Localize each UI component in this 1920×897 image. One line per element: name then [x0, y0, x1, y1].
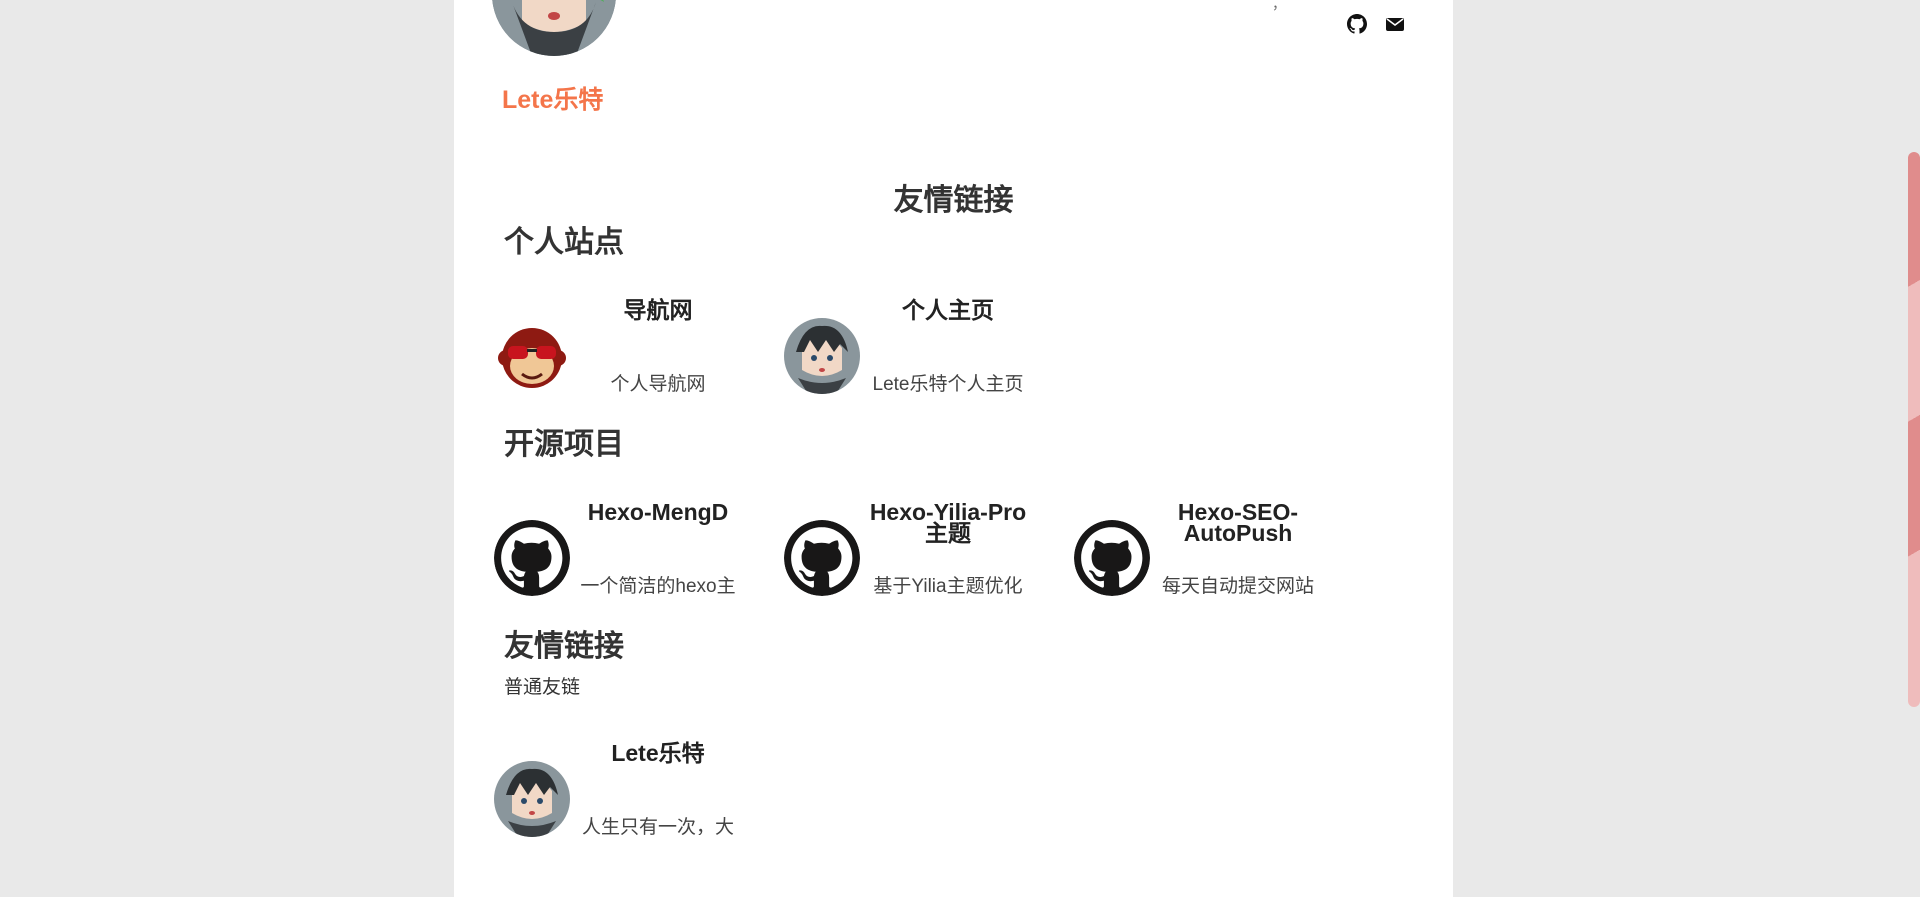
section-title-friend-links: 友情链接 — [504, 630, 624, 663]
card-name[interactable]: Hexo-MengD — [578, 501, 738, 524]
card-name[interactable]: Hexo-SEO-AutoPush — [1158, 501, 1318, 545]
link-card[interactable]: Hexo-SEO-AutoPush 每天自动提交网站 — [1034, 501, 1324, 614]
card-desc: 一个简洁的hexo主 — [580, 576, 736, 594]
section-subtitle: 普通友链 — [504, 677, 581, 698]
card-name[interactable]: 导航网 — [578, 299, 738, 322]
link-card[interactable]: Hexo-MengD 一个简洁的hexo主 — [454, 501, 744, 614]
social-links — [1347, 14, 1405, 34]
monkey-avatar — [494, 318, 570, 394]
card-name[interactable]: 个人主页 — [868, 299, 1028, 322]
link-card[interactable]: 个人主页 Lete乐特个人主页 — [744, 299, 1034, 412]
card-desc: Lete乐特个人主页 — [872, 374, 1024, 392]
top-mark: ， — [1272, 0, 1286, 12]
anime-boy-avatar — [784, 318, 860, 394]
author-avatar[interactable] — [492, 0, 616, 56]
card-name[interactable]: Hexo-Yilia-Pro主题 — [868, 501, 1028, 545]
anime-boy-avatar — [494, 761, 570, 837]
github-avatar — [1074, 520, 1150, 596]
link-card[interactable]: Hexo-Yilia-Pro主题 基于Yilia主题优化 — [744, 501, 1034, 614]
section-title-open-source: 开源项目 — [504, 428, 624, 461]
section-title-personal-sites: 个人站点 — [504, 226, 624, 259]
link-card[interactable]: 导航网 个人导航网 — [454, 299, 744, 412]
author-name[interactable]: Lete乐特 — [502, 80, 603, 116]
scrollbar[interactable] — [1908, 152, 1920, 707]
page-title: 友情链接 — [893, 184, 1014, 217]
card-name[interactable]: Lete乐特 — [578, 742, 738, 765]
card-desc: 个人导航网 — [610, 374, 706, 392]
github-avatar — [494, 520, 570, 596]
envelope-icon[interactable] — [1385, 14, 1405, 34]
card-desc: 每天自动提交网站 — [1161, 576, 1314, 594]
link-card[interactable]: Lete乐特 人生只有一次，大 — [454, 742, 744, 855]
github-avatar — [784, 520, 860, 596]
main-content: Lete乐特 ， 友情链接 个人站点 导航网 个人导航网 个人主页 Lete乐特… — [454, 0, 1453, 897]
card-desc: 基于Yilia主题优化 — [873, 576, 1023, 594]
card-desc: 人生只有一次，大 — [581, 817, 734, 835]
github-icon[interactable] — [1347, 14, 1368, 34]
